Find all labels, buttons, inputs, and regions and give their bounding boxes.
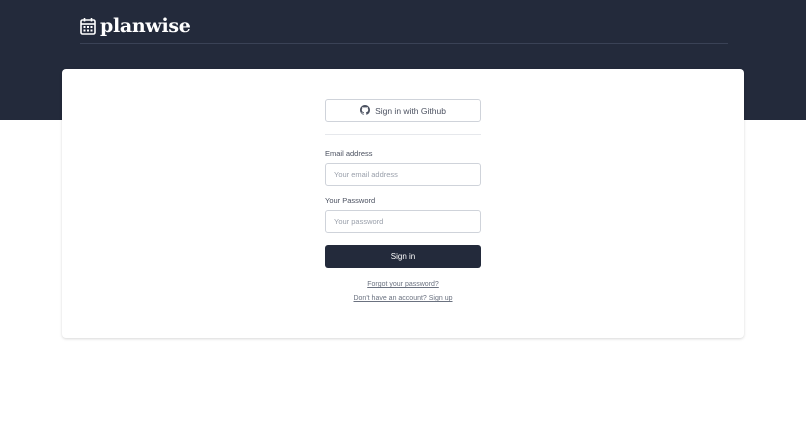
calendar-icon xyxy=(80,17,96,35)
github-signin-label: Sign in with Github xyxy=(375,105,446,116)
password-input[interactable] xyxy=(325,210,481,233)
signin-card: Sign in with Github Email address Your P… xyxy=(62,69,744,338)
signin-button[interactable]: Sign in xyxy=(325,245,481,268)
signup-link[interactable]: Don't have an account? Sign up xyxy=(325,295,481,302)
email-label: Email address xyxy=(325,149,373,158)
header-divider xyxy=(80,43,728,44)
brand-name: planwise xyxy=(100,15,191,37)
form-divider xyxy=(325,134,481,135)
password-label: Your Password xyxy=(325,196,376,205)
brand[interactable]: planwise xyxy=(80,13,191,39)
signin-form: Sign in with Github Email address Your P… xyxy=(325,99,481,302)
forgot-password-link[interactable]: Forgot your password? xyxy=(325,281,481,288)
email-input[interactable] xyxy=(325,163,481,186)
github-signin-button[interactable]: Sign in with Github xyxy=(325,99,481,122)
github-icon xyxy=(360,104,371,117)
